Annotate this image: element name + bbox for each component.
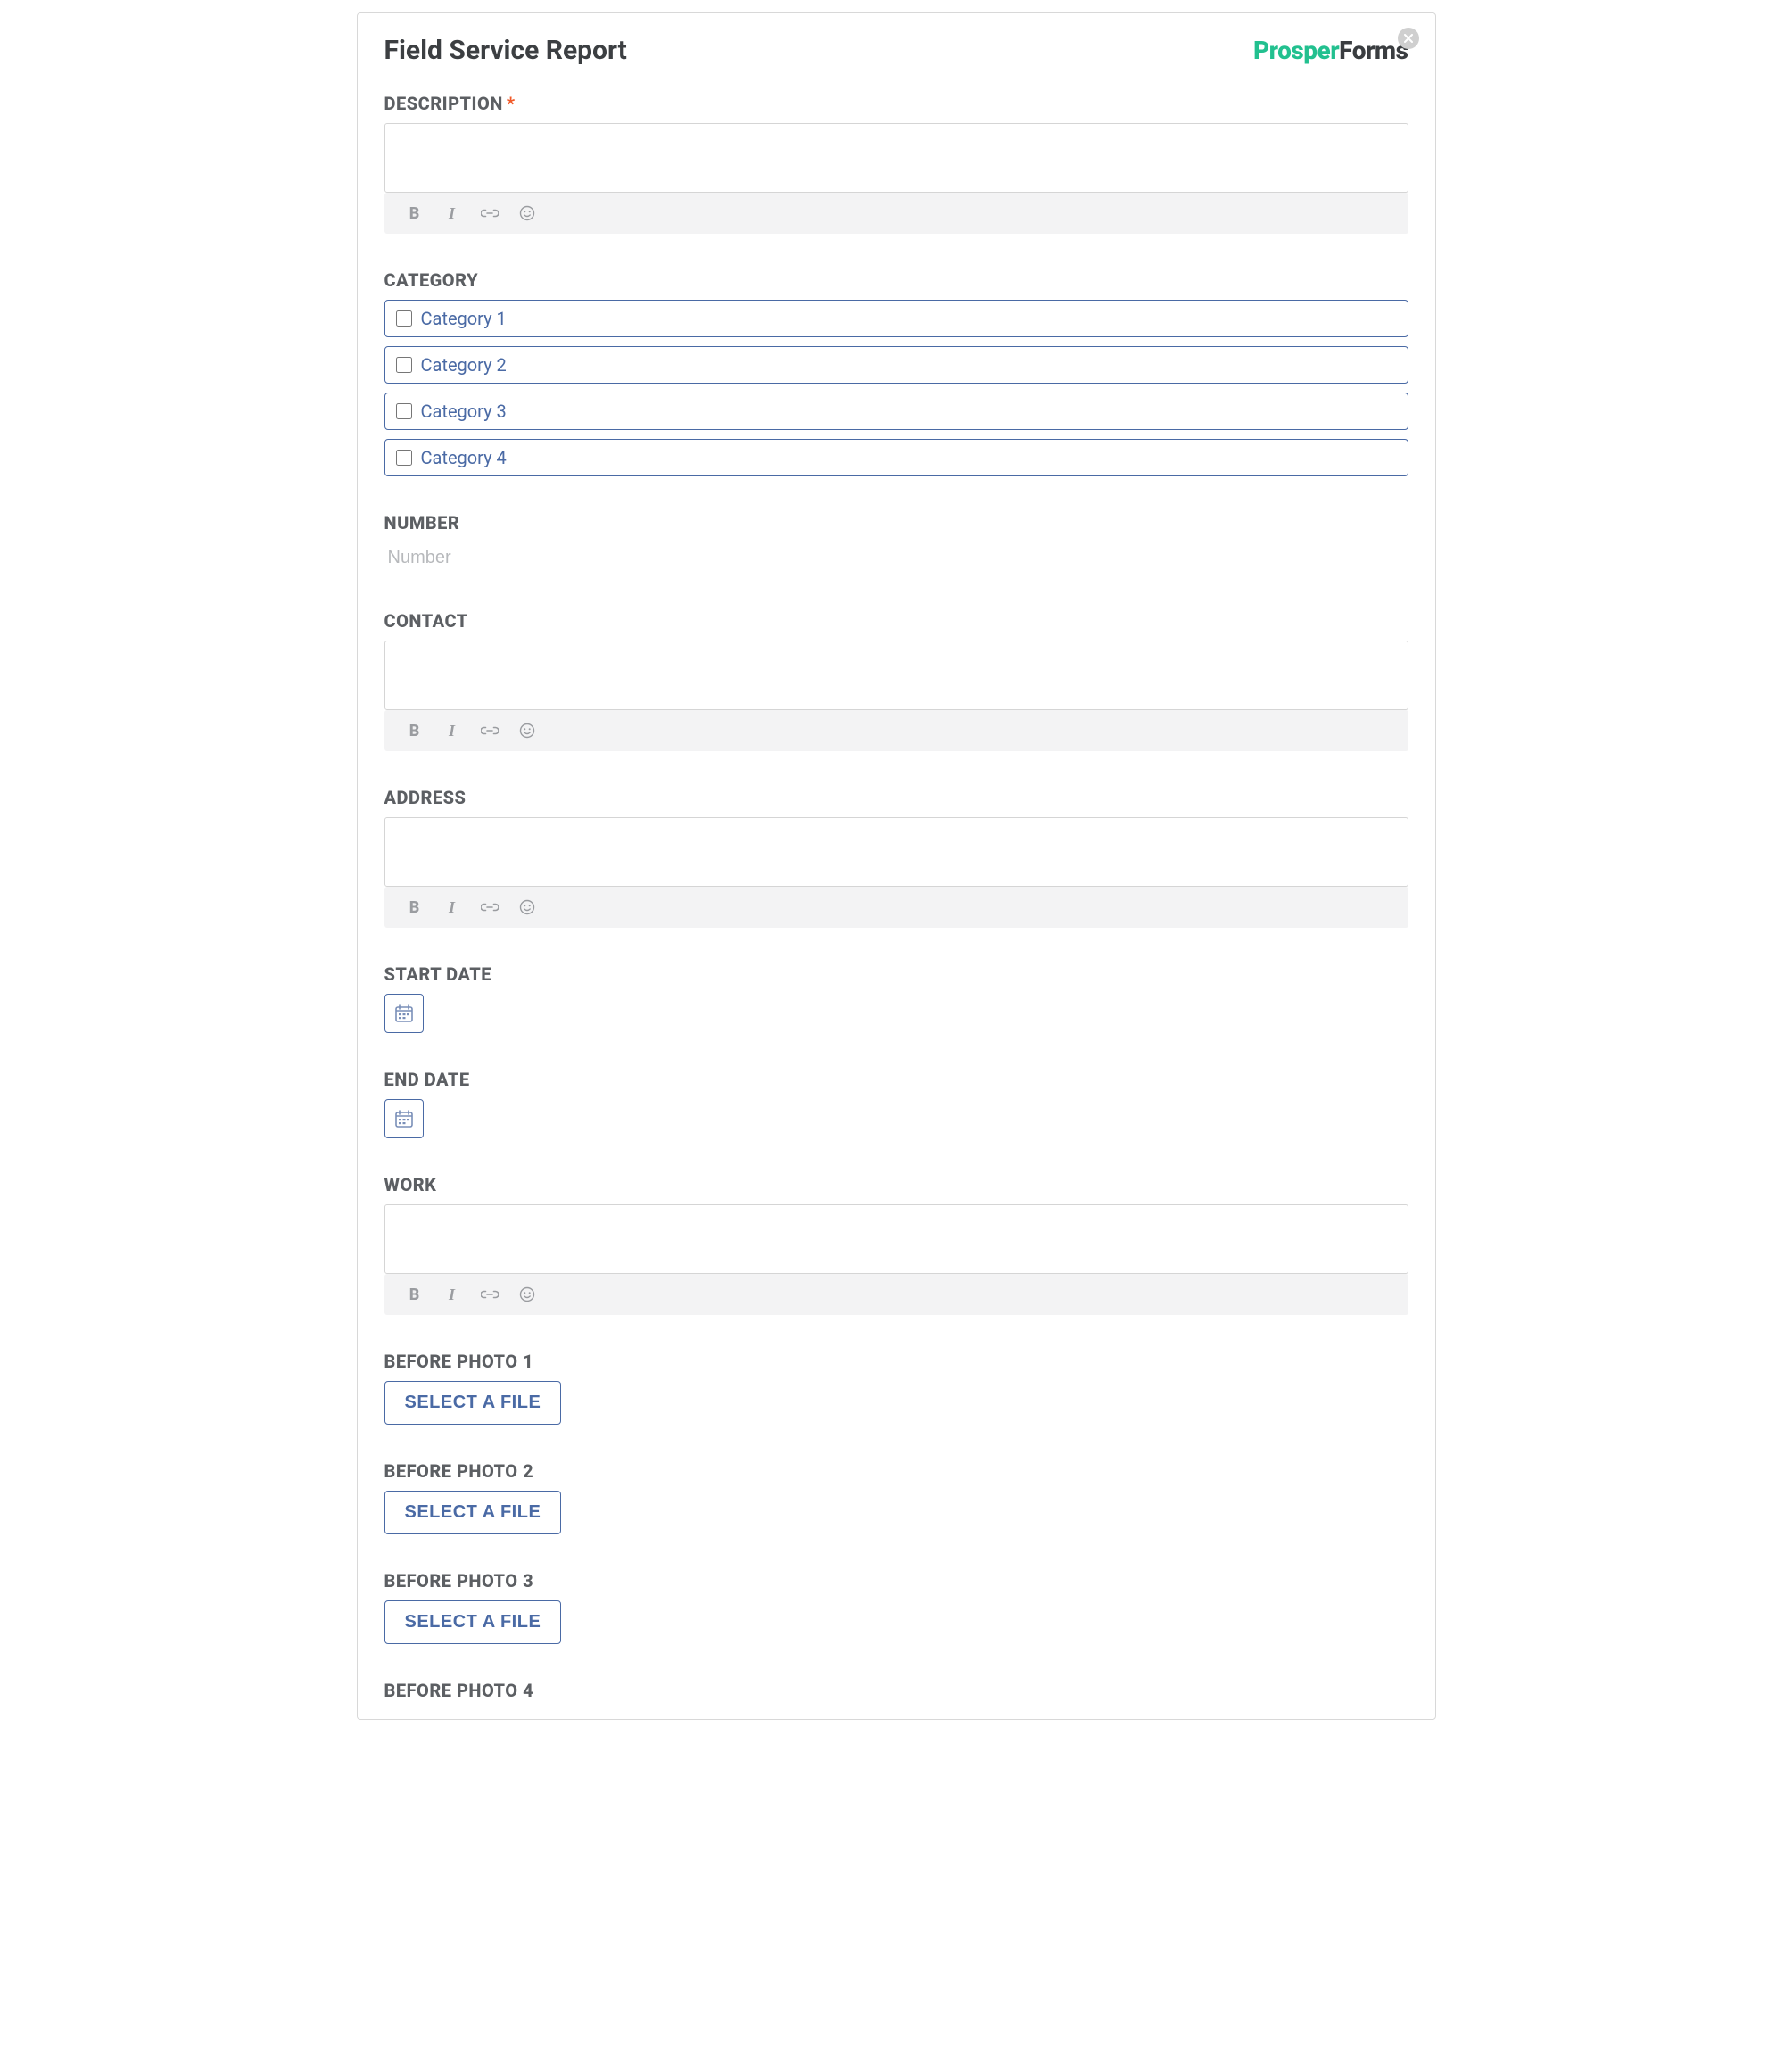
category-checkbox-1[interactable] [396,310,412,327]
category-checkbox-4[interactable] [396,450,412,466]
section-before-photo-2: BEFORE PHOTO 2 SELECT A FILE [384,1460,1408,1534]
link-button[interactable] [481,722,499,740]
brand-part-1: Prosper [1253,36,1339,65]
end-date-picker[interactable] [384,1099,424,1138]
description-field[interactable] [384,123,1408,193]
category-option-1[interactable]: Category 1 [384,300,1408,337]
category-checkbox-3[interactable] [396,403,412,419]
section-before-photo-4: BEFORE PHOTO 4 [384,1680,1408,1701]
section-description: DESCRIPTION* B I [384,93,1408,234]
section-category: CATEGORY Category 1 Category 2 Category … [384,269,1408,476]
form-title: Field Service Report [384,35,627,66]
category-label-2: Category 2 [421,354,507,376]
section-before-photo-3: BEFORE PHOTO 3 SELECT A FILE [384,1570,1408,1644]
calendar-icon [393,1003,415,1024]
link-button[interactable] [481,204,499,222]
link-button[interactable] [481,1285,499,1303]
contact-toolbar: B I [384,710,1408,751]
select-file-button-1[interactable]: SELECT A FILE [384,1381,562,1425]
address-toolbar: B I [384,887,1408,928]
close-button[interactable] [1398,28,1419,49]
panel-header: Field Service Report ProsperForms [384,35,1408,66]
category-label-3: Category 3 [421,401,507,422]
label-contact: CONTACT [384,610,1408,632]
bold-button[interactable]: B [406,722,424,740]
link-icon [481,901,499,913]
section-contact: CONTACT B I [384,610,1408,751]
category-label-4: Category 4 [421,447,507,468]
label-description: DESCRIPTION* [384,93,1408,114]
smile-icon [519,899,535,915]
section-work: WORK B I [384,1174,1408,1315]
label-before-photo-1: BEFORE PHOTO 1 [384,1351,1408,1372]
label-work: WORK [384,1174,1408,1195]
section-start-date: START DATE [384,963,1408,1033]
bold-button[interactable]: B [406,898,424,916]
work-toolbar: B I [384,1274,1408,1315]
label-before-photo-3: BEFORE PHOTO 3 [384,1570,1408,1591]
emoji-button[interactable] [518,722,536,740]
emoji-button[interactable] [518,1285,536,1303]
smile-icon [519,205,535,221]
label-address: ADDRESS [384,787,1408,808]
label-start-date: START DATE [384,963,1408,985]
italic-button[interactable]: I [443,204,461,222]
link-button[interactable] [481,898,499,916]
italic-button[interactable]: I [443,722,461,740]
section-before-photo-1: BEFORE PHOTO 1 SELECT A FILE [384,1351,1408,1425]
link-icon [481,207,499,219]
brand-logo: ProsperForms [1253,36,1408,65]
address-field[interactable] [384,817,1408,887]
category-label-1: Category 1 [421,308,507,329]
bold-button[interactable]: B [406,1285,424,1303]
link-icon [481,724,499,737]
category-option-4[interactable]: Category 4 [384,439,1408,476]
section-end-date: END DATE [384,1069,1408,1138]
bold-button[interactable]: B [406,204,424,222]
category-option-3[interactable]: Category 3 [384,393,1408,430]
required-marker: * [507,93,516,114]
emoji-button[interactable] [518,898,536,916]
link-icon [481,1288,499,1301]
italic-button[interactable]: I [443,1285,461,1303]
italic-button[interactable]: I [443,898,461,916]
contact-field[interactable] [384,641,1408,710]
label-number: NUMBER [384,512,1408,533]
label-before-photo-4: BEFORE PHOTO 4 [384,1680,1408,1701]
form-panel: Field Service Report ProsperForms DESCRI… [357,12,1436,1720]
description-toolbar: B I [384,193,1408,234]
label-end-date: END DATE [384,1069,1408,1090]
select-file-button-3[interactable]: SELECT A FILE [384,1600,562,1644]
work-field[interactable] [384,1204,1408,1274]
calendar-icon [393,1108,415,1129]
label-before-photo-2: BEFORE PHOTO 2 [384,1460,1408,1482]
section-address: ADDRESS B I [384,787,1408,928]
category-checkbox-2[interactable] [396,357,412,373]
section-number: NUMBER [384,512,1408,574]
close-icon [1404,34,1413,43]
smile-icon [519,723,535,739]
label-category: CATEGORY [384,269,1408,291]
smile-icon [519,1286,535,1302]
emoji-button[interactable] [518,204,536,222]
category-option-2[interactable]: Category 2 [384,346,1408,384]
start-date-picker[interactable] [384,994,424,1033]
select-file-button-2[interactable]: SELECT A FILE [384,1491,562,1534]
category-list: Category 1 Category 2 Category 3 Categor… [384,300,1408,476]
number-field[interactable] [384,542,661,574]
